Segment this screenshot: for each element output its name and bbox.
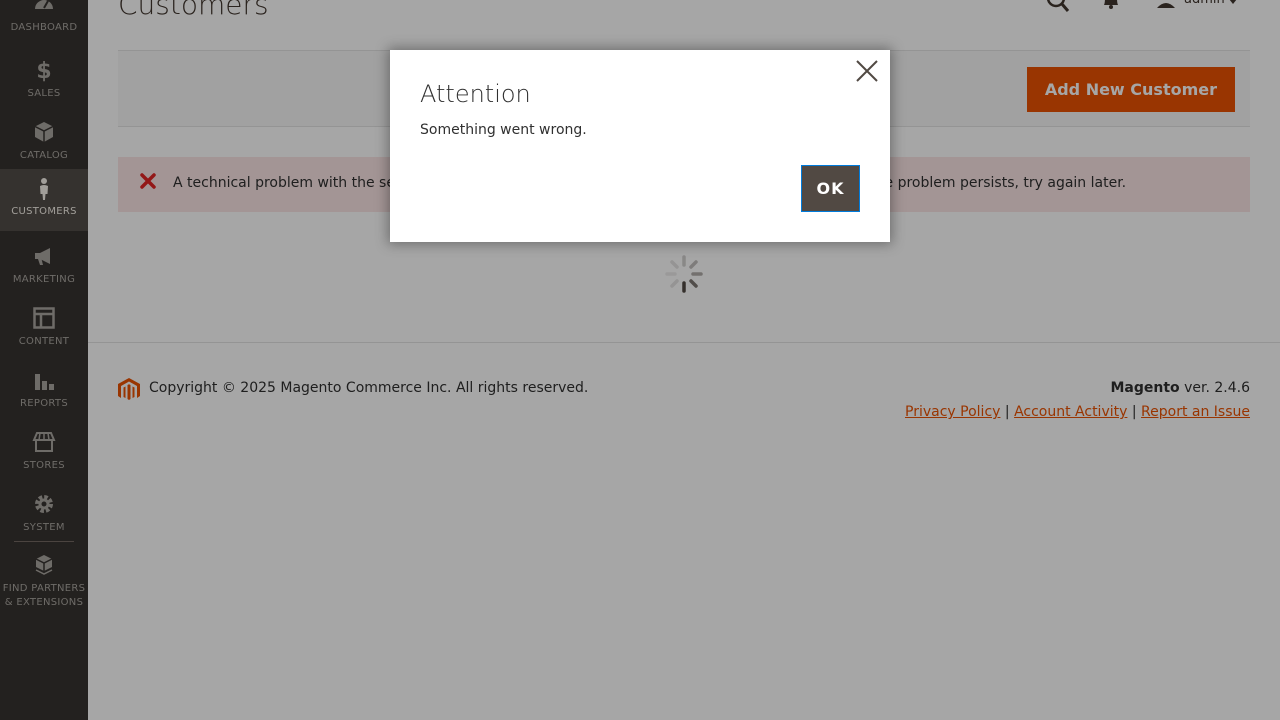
close-icon[interactable]	[852, 56, 882, 86]
modal-title: Attention	[420, 80, 531, 108]
ok-button[interactable]: OK	[801, 165, 860, 212]
modal-message: Something went wrong.	[420, 122, 587, 138]
attention-modal: Attention Something went wrong. OK	[390, 50, 890, 242]
